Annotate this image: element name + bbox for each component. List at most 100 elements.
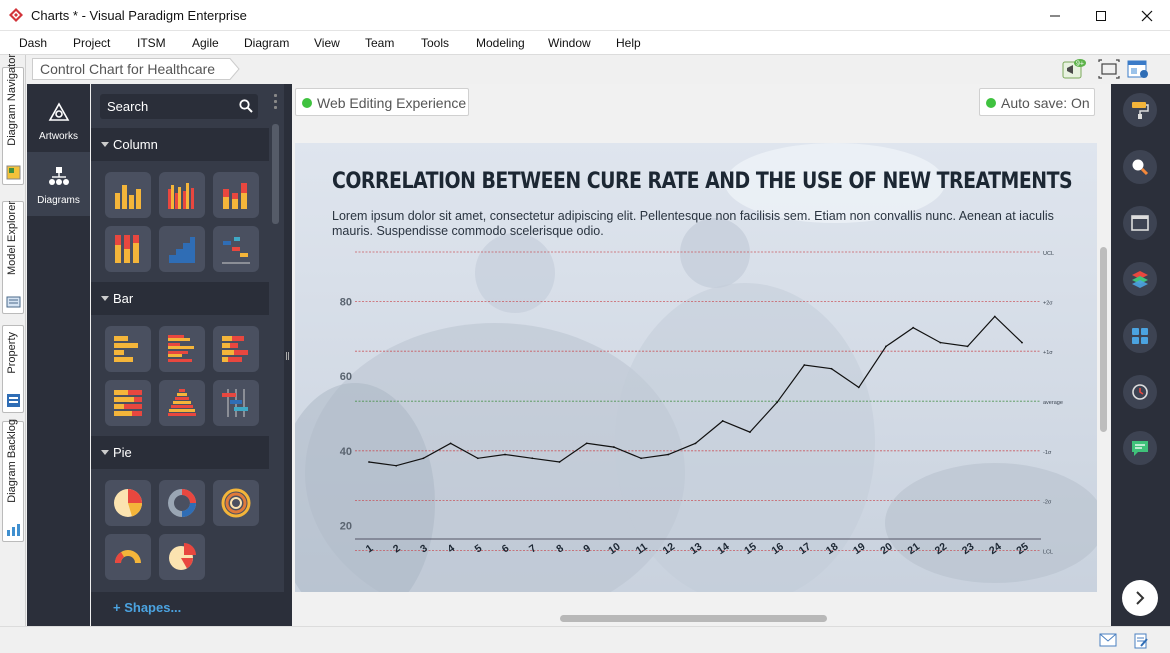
x-tick-label: 17 [797, 540, 814, 557]
data-point [476, 457, 479, 460]
artworks-icon [48, 102, 70, 121]
chart-page[interactable]: Correlation between cure rate and the us… [295, 143, 1097, 592]
shape-stacked-column-chart[interactable] [213, 172, 259, 218]
data-point [422, 457, 425, 460]
shape-percent-column-chart[interactable] [105, 226, 151, 272]
shape-grouped-column-chart[interactable] [159, 172, 205, 218]
canvas-vertical-scrollbar[interactable] [1100, 247, 1107, 432]
edit-document-icon[interactable] [1133, 633, 1149, 649]
nav-artworks[interactable]: Artworks [27, 88, 90, 152]
tab-property-label: Property [6, 332, 18, 374]
data-point [585, 442, 588, 445]
zoom-button[interactable] [1123, 150, 1157, 184]
web-editing-status[interactable]: Web Editing Experience [295, 88, 469, 116]
shape-gantt-column-chart[interactable] [213, 226, 259, 272]
status-bar [0, 626, 1170, 653]
panel-splitter[interactable] [284, 84, 292, 626]
shape-column-chart[interactable] [105, 172, 151, 218]
shape-gantt-bar-chart[interactable] [213, 380, 259, 426]
y-tick-label: 20 [340, 520, 352, 532]
data-point [966, 345, 969, 348]
status-dot-icon [986, 98, 996, 108]
data-point [640, 457, 642, 460]
palette-search-input[interactable]: Search [100, 94, 258, 119]
expand-panel-button[interactable] [1122, 580, 1158, 616]
shape-grouped-bar-chart[interactable] [159, 326, 205, 372]
menu-agile[interactable]: Agile [192, 36, 219, 50]
data-point [694, 442, 697, 445]
x-tick-label: 9 [581, 542, 593, 555]
model-elements-button[interactable] [1123, 319, 1157, 353]
semi-donut-icon [114, 550, 141, 563]
data-point [1021, 341, 1023, 344]
tab-diagram-navigator[interactable]: Diagram Navigator [2, 54, 24, 185]
menu-project[interactable]: Project [73, 36, 110, 50]
palette-scrollbar[interactable] [272, 124, 279, 224]
percent-bar-icon [114, 390, 142, 416]
shape-donut-chart[interactable] [159, 480, 205, 526]
data-point [912, 326, 915, 329]
menu-help[interactable]: Help [616, 36, 641, 50]
history-button[interactable] [1123, 375, 1157, 409]
shape-bar-chart[interactable] [105, 326, 151, 372]
fit-diagram-button[interactable] [1098, 59, 1120, 79]
menu-itsm[interactable]: ITSM [137, 36, 166, 50]
more-shapes-link[interactable]: + Shapes... [91, 592, 284, 626]
category-column[interactable]: Column [91, 128, 269, 161]
shape-stacked-bar-chart[interactable] [213, 326, 259, 372]
category-bar[interactable]: Bar [91, 282, 269, 315]
control-line-label: average [1043, 400, 1063, 406]
notification-button[interactable]: 9+ [1062, 59, 1086, 79]
nav-diagrams[interactable]: Diagrams [27, 152, 90, 216]
shape-pie-chart[interactable] [105, 480, 151, 526]
collapse-arrow-icon [101, 296, 109, 301]
shape-pyramid-bar-chart[interactable] [159, 380, 205, 426]
shape-percent-bar-chart[interactable] [105, 380, 151, 426]
x-tick-label: 22 [933, 540, 950, 557]
control-line-label: UCL [1043, 251, 1054, 257]
menu-window[interactable]: Window [548, 36, 591, 50]
panel-view-button[interactable] [1123, 206, 1157, 240]
menu-view[interactable]: View [314, 36, 340, 50]
comments-button[interactable] [1123, 431, 1157, 465]
chat-bubble-icon [1132, 441, 1148, 456]
tab-property[interactable]: Property [2, 325, 24, 413]
control-chart[interactable]: UCL+2σ+1σaverage-1σ-2σLCL204060801 2 3 4 5 6 7… [295, 143, 1097, 592]
diagrams-icon [49, 167, 69, 185]
palette-options-handle[interactable] [274, 94, 278, 112]
mail-icon[interactable] [1099, 633, 1117, 647]
right-toolbar [1111, 84, 1170, 626]
magnifier-icon [1132, 159, 1149, 176]
menu-tools[interactable]: Tools [421, 36, 449, 50]
control-line-label: +1σ [1043, 350, 1053, 356]
shape-exploded-pie-chart[interactable] [159, 534, 205, 580]
pyramid-bar-icon [168, 389, 196, 416]
data-point [857, 386, 860, 389]
shape-step-column-chart[interactable] [159, 226, 205, 272]
menu-modeling[interactable]: Modeling [476, 36, 525, 50]
shape-ring-chart[interactable] [213, 480, 259, 526]
minimize-icon [1050, 15, 1060, 16]
menu-diagram[interactable]: Diagram [244, 36, 289, 50]
menu-dash[interactable]: Dash [19, 36, 47, 50]
menu-team[interactable]: Team [365, 36, 394, 50]
format-painter-button[interactable] [1123, 93, 1157, 127]
category-pie[interactable]: Pie [91, 436, 269, 469]
autosave-status[interactable]: Auto save: On [979, 88, 1095, 116]
layout-settings-button[interactable] [1127, 59, 1149, 79]
canvas-horizontal-scrollbar[interactable] [560, 615, 827, 622]
tab-model-explorer[interactable]: Model Explorer [2, 201, 24, 314]
maximize-button[interactable] [1078, 0, 1124, 31]
shape-semi-donut-chart[interactable] [105, 534, 151, 580]
x-tick-label: 14 [715, 540, 732, 557]
close-button[interactable] [1124, 0, 1170, 31]
tab-diagram-backlog[interactable]: Diagram Backlog [2, 419, 24, 542]
tab-model-explorer-label: Model Explorer [6, 201, 18, 275]
window-settings-icon [1127, 60, 1148, 78]
layers-button[interactable] [1123, 262, 1157, 296]
diagram-canvas[interactable]: Web Editing Experience Auto save: On COR… [292, 84, 1111, 626]
minimize-button[interactable] [1032, 0, 1078, 31]
x-tick-label: 16 [769, 540, 786, 557]
layers-icon [1132, 271, 1148, 288]
category-bar-label: Bar [113, 291, 134, 306]
